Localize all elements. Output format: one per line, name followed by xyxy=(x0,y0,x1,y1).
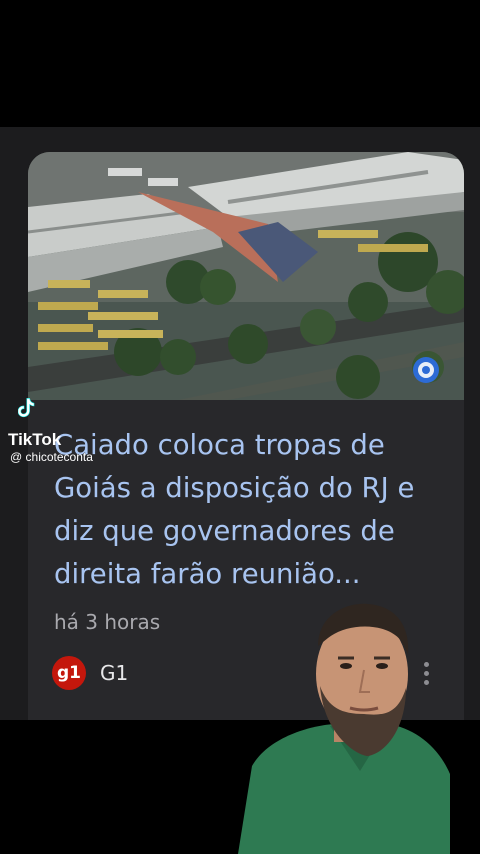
aerial-bus-terminal-photo[interactable] xyxy=(28,152,464,400)
tiktok-note-icon xyxy=(18,398,35,418)
published-time: há 3 horas xyxy=(54,610,161,634)
globo-logo-icon xyxy=(413,357,439,383)
source-row: g1 G1 xyxy=(52,655,128,691)
presenter-video xyxy=(238,603,450,854)
top-black-band xyxy=(0,0,480,127)
tiktok-label: TikTok xyxy=(8,430,62,449)
tiktok-handle: @ chicoteconta xyxy=(10,450,93,464)
g1-logo-icon: g1 xyxy=(52,656,86,690)
source-name: G1 xyxy=(100,661,129,685)
article-headline[interactable]: Caiado coloca tropas de Goiás a disposiç… xyxy=(54,424,449,596)
